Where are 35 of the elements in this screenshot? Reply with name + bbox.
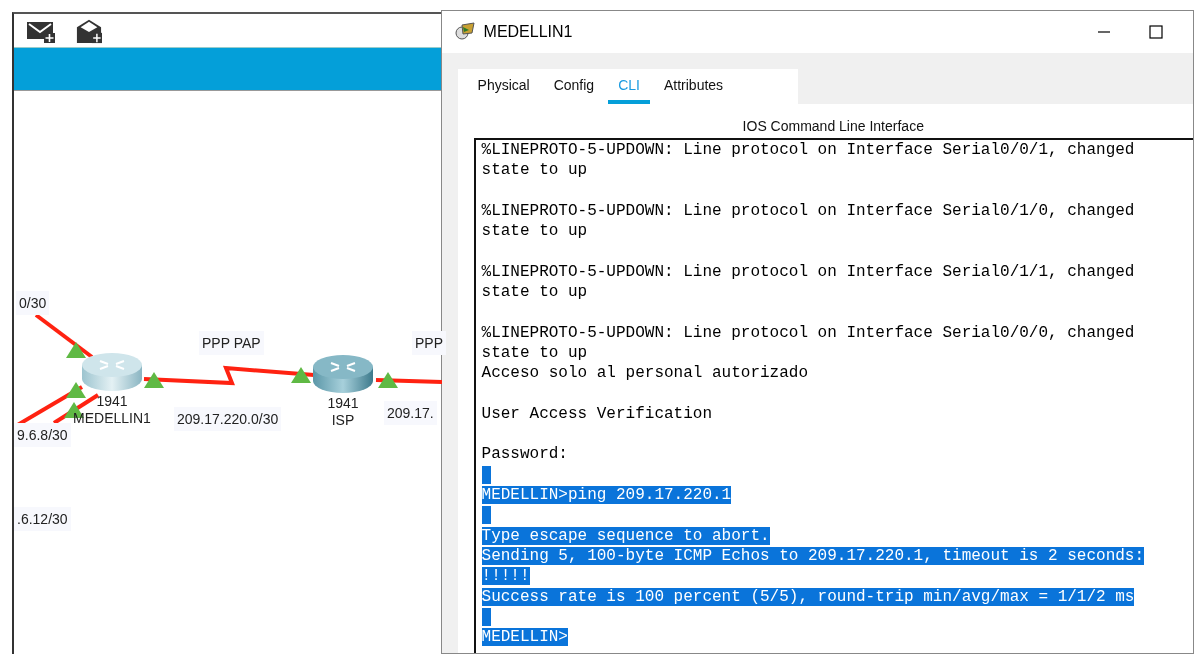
terminal-line: User Access Verification <box>481 404 712 423</box>
network-label: 209.17.220.0/30 <box>174 407 282 431</box>
terminal-line: Acceso solo al personal autorizado <box>481 364 808 383</box>
link-up-icon <box>378 372 398 388</box>
maximize-icon[interactable] <box>1149 25 1163 39</box>
network-label: .6.12/30 <box>14 507 71 531</box>
device-name-label: ISP <box>331 412 355 429</box>
window-title: MEDELLIN1 <box>483 23 573 41</box>
terminal-line: %LINEPROTO-5-UPDOWN: Line protocol on Interface Serial0/1/1, changed <box>481 262 1135 281</box>
terminal-line: state to up <box>481 343 588 362</box>
panel-heading: IOS Command Line Interface <box>741 117 925 136</box>
link-up-icon <box>291 367 311 383</box>
router-icon[interactable] <box>311 353 375 395</box>
serial-cable-line <box>375 378 442 384</box>
router-app-icon <box>453 21 476 43</box>
network-label: 209.17. <box>384 401 437 425</box>
terminal-line: %LINEPROTO-5-UPDOWN: Line protocol on Interface Serial0/1/0, changed <box>481 201 1135 220</box>
network-label: PPP PAP <box>199 331 264 355</box>
link-up-icon <box>144 372 164 388</box>
terminal-line: state to up <box>481 283 588 302</box>
terminal-line: %LINEPROTO-5-UPDOWN: Line protocol on Interface Serial0/0/0, changed <box>481 323 1135 342</box>
terminal-line: state to up <box>481 161 588 180</box>
terminal-line: state to up <box>481 222 588 241</box>
network-label: 0/30 <box>16 291 50 315</box>
network-label: PPP <box>412 331 446 355</box>
device-model-label: 1941 <box>327 395 359 412</box>
network-label: 9.6.8/30 <box>14 423 71 447</box>
terminal-line: Password: <box>481 445 568 464</box>
link-up-icon <box>66 382 86 398</box>
open-envelope-add-icon[interactable] <box>74 17 104 44</box>
cable-line <box>34 313 94 359</box>
terminal-line: %LINEPROTO-5-UPDOWN: Line protocol on Interface Serial0/0/1, changed <box>481 141 1135 159</box>
device-name-label: MEDELLIN1 <box>73 410 151 427</box>
device-model-label: 1941 <box>96 393 128 410</box>
link-up-icon <box>66 342 86 358</box>
